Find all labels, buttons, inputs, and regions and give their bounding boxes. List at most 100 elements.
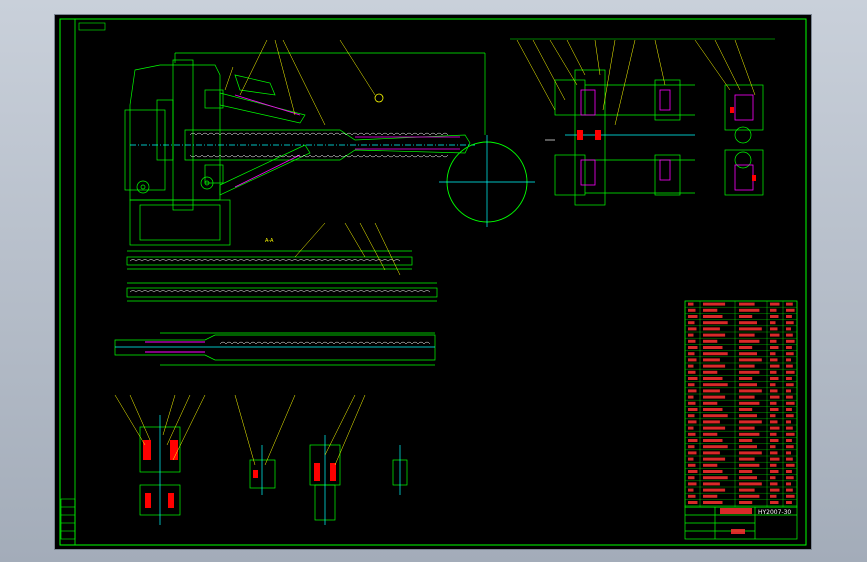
parts-list-cell	[770, 470, 779, 473]
parts-list-cell	[770, 358, 778, 362]
parts-list-cell	[688, 482, 697, 486]
parts-list-cell	[739, 364, 755, 368]
parts-list-cell	[703, 352, 728, 356]
parts-list-cell	[786, 401, 795, 405]
parts-list-cell	[786, 352, 794, 356]
parts-list-cell	[786, 451, 791, 455]
parts-list-cell	[786, 470, 792, 473]
parts-list-cell	[786, 321, 794, 325]
parts-list-cell	[739, 401, 760, 405]
parts-list-cell	[739, 494, 760, 498]
side-view-parts	[580, 89, 754, 191]
side-view-leaders	[516, 39, 756, 126]
parts-list-cell	[786, 426, 793, 430]
parts-list-cell	[688, 432, 696, 436]
parts-list-cell	[739, 420, 762, 424]
parts-list-cell	[770, 494, 777, 498]
parts-list-cell	[770, 451, 778, 455]
parts-list-cell	[786, 308, 795, 312]
parts-list-cell	[739, 389, 762, 393]
parts-list-cell	[739, 352, 757, 356]
detail-views-leaders	[114, 394, 366, 466]
parts-list-cell	[786, 482, 791, 486]
detail-views	[139, 415, 408, 525]
parts-list-cell	[770, 389, 778, 393]
parts-list-cell	[688, 463, 696, 467]
parts-list-cell	[786, 439, 792, 442]
parts-list-cell	[770, 420, 778, 424]
parts-list-cell	[688, 302, 694, 306]
parts-list-cell	[703, 426, 726, 430]
parts-list-cell	[739, 432, 760, 436]
parts-list-cell	[688, 501, 698, 504]
parts-list-cell	[786, 377, 792, 380]
parts-list-cell	[688, 426, 694, 430]
parts-list-cell	[739, 451, 762, 455]
parts-list-cell	[688, 315, 698, 318]
parts-list-cell	[739, 383, 757, 387]
shaft-leaders	[294, 222, 401, 276]
parts-list-cell	[688, 383, 695, 387]
parts-list-cell	[739, 457, 755, 461]
parts-list-cell	[688, 321, 695, 325]
parts-list-cell	[786, 420, 791, 424]
side-view-hatch	[577, 107, 756, 181]
parts-list-cell	[770, 308, 777, 312]
revision-block	[60, 498, 76, 540]
parts-list-cell	[770, 482, 778, 486]
parts-list-cell	[688, 370, 696, 374]
parts-list-cell	[688, 339, 696, 343]
parts-list-cell	[703, 451, 720, 455]
parts-list-cell	[770, 327, 778, 331]
parts-list-cell	[703, 439, 723, 442]
parts-list-cell	[703, 383, 728, 387]
parts-list-cell	[770, 463, 777, 467]
parts-list-cell	[703, 414, 728, 418]
parts-list-cell	[739, 476, 757, 480]
drawing-number: HY2007-30	[758, 509, 791, 516]
parts-list-cell	[770, 364, 780, 368]
view-label: A-A	[265, 238, 274, 244]
parts-list-cell	[786, 414, 794, 418]
parts-list-cell	[786, 302, 793, 306]
parts-list-cell	[703, 408, 723, 411]
parts-list-cell	[786, 494, 795, 498]
detail-views-hatch	[143, 440, 336, 508]
parts-list-cell	[739, 321, 757, 325]
parts-list-cell	[688, 333, 694, 337]
parts-list-cell	[703, 321, 728, 325]
parts-list-cell	[739, 377, 753, 380]
parts-list-cell	[688, 488, 694, 492]
parts-list-cell	[770, 414, 776, 418]
parts-list-cell	[786, 488, 793, 492]
cad-viewport[interactable]: A-A HY2007-30	[55, 15, 811, 549]
parts-list-cell	[786, 383, 794, 387]
parts-list-cell	[688, 395, 694, 399]
parts-list-cell	[770, 352, 776, 356]
parts-list-cell	[786, 476, 794, 480]
parts-list-cell	[770, 445, 776, 449]
parts-list-cell	[786, 327, 791, 331]
parts-list-cell	[786, 408, 792, 411]
parts-list-cell	[739, 439, 753, 442]
parts-list-cell	[739, 408, 753, 411]
parts-list-cell	[786, 463, 795, 467]
parts-list-cell	[739, 501, 753, 504]
parts-list-cell	[703, 420, 720, 424]
main-assembly-parts	[234, 93, 460, 188]
parts-list-cell	[688, 401, 696, 405]
parts-list-cell	[786, 315, 792, 318]
inner-frame	[74, 18, 807, 546]
parts-list-cell	[770, 321, 776, 325]
parts-list-cell	[739, 339, 760, 343]
shaft-detail-2	[126, 282, 438, 302]
parts-list-cell	[703, 401, 718, 405]
parts-list-cell	[739, 463, 760, 467]
parts-list-cell	[703, 370, 718, 374]
parts-list-cell	[786, 364, 793, 368]
parts-list-cell	[703, 457, 726, 461]
parts-list-cell	[770, 302, 780, 306]
parts-list	[684, 300, 798, 508]
parts-list-cell	[739, 470, 753, 473]
parts-list-cell	[770, 377, 779, 380]
